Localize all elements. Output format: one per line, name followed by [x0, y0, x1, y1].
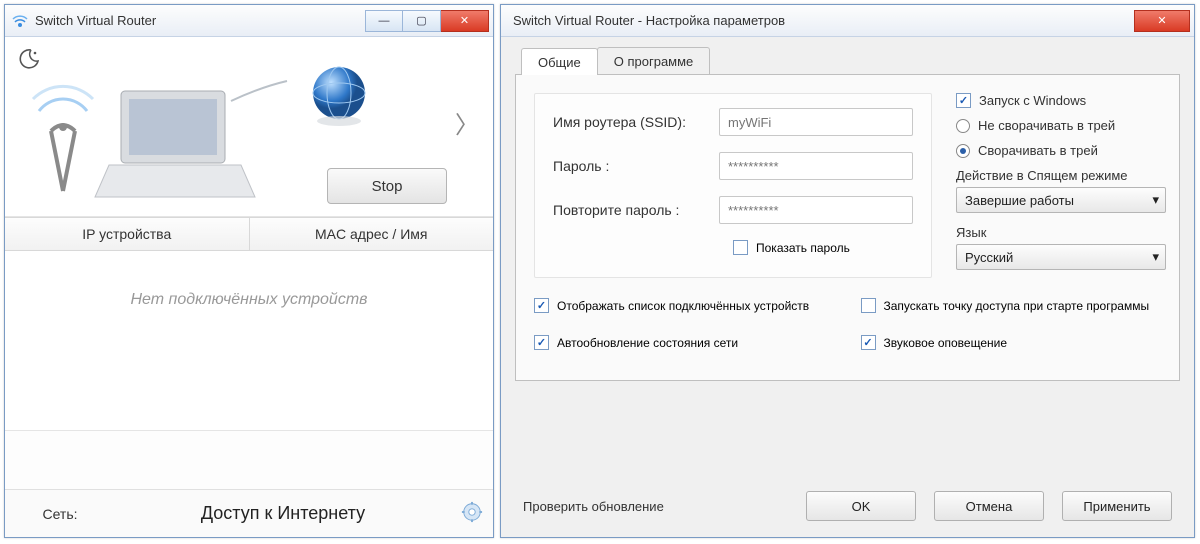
settings-titlebar[interactable]: Switch Virtual Router - Настройка параме… — [501, 5, 1194, 37]
start-windows-checkbox[interactable]: ✓ — [956, 93, 971, 108]
dialog-buttons: Проверить обновление OK Отмена Применить — [515, 479, 1180, 525]
show-devices-checkbox[interactable]: ✓ — [534, 298, 549, 313]
show-password-checkbox[interactable] — [733, 240, 748, 255]
start-windows-label: Запуск с Windows — [979, 93, 1086, 108]
no-tray-label: Не сворачивать в трей — [978, 118, 1115, 133]
bottom-options: ✓ Отображать список подключённых устройс… — [534, 298, 1161, 360]
cancel-button[interactable]: Отмена — [934, 491, 1044, 521]
network-status: Доступ к Интернету — [105, 503, 461, 524]
sound-checkbox[interactable]: ✓ — [861, 335, 876, 350]
sleep-action-select[interactable]: Завершие работы ▾ — [956, 187, 1166, 213]
router-form-group: Имя роутера (SSID): Пароль : Повторите п… — [534, 93, 932, 278]
password2-input[interactable] — [719, 196, 913, 224]
tab-page-general: Имя роутера (SSID): Пароль : Повторите п… — [515, 75, 1180, 381]
col-ip[interactable]: IP устройства — [5, 218, 250, 250]
network-label: Сеть: — [15, 506, 105, 522]
sound-label: Звуковое оповещение — [884, 336, 1008, 350]
col-mac[interactable]: MAC адрес / Имя — [250, 218, 494, 250]
settings-close-button[interactable]: ✕ — [1134, 10, 1190, 32]
auto-refresh-label: Автообновление состояния сети — [557, 336, 738, 350]
app-icon — [11, 12, 29, 30]
internet-globe-icon — [307, 63, 371, 130]
table-header: IP устройства MAC адрес / Имя — [5, 217, 493, 251]
devices-table: IP устройства MAC адрес / Имя Нет подклю… — [5, 217, 493, 431]
ssid-input[interactable] — [719, 108, 913, 136]
language-select[interactable]: Русский ▾ — [956, 244, 1166, 270]
show-password-label: Показать пароль — [756, 241, 850, 255]
status-illustration: 〉 Stop — [5, 37, 493, 217]
chevron-down-icon: ▾ — [1152, 249, 1159, 265]
stop-button[interactable]: Stop — [327, 168, 447, 204]
maximize-button[interactable]: ▢ — [403, 10, 441, 32]
autostart-ap-label: Запускать точку доступа при старте прогр… — [884, 299, 1150, 313]
auto-refresh-checkbox[interactable]: ✓ — [534, 335, 549, 350]
ssid-label: Имя роутера (SSID): — [553, 114, 719, 130]
minimize-button[interactable]: — — [365, 10, 403, 32]
tab-general[interactable]: Общие — [521, 48, 598, 75]
password-label: Пароль : — [553, 158, 719, 174]
autostart-ap-checkbox[interactable] — [861, 298, 876, 313]
password-input[interactable] — [719, 152, 913, 180]
to-tray-label: Сворачивать в трей — [978, 143, 1098, 158]
settings-window-controls: ✕ — [1134, 10, 1190, 32]
chevron-down-icon: ▾ — [1152, 192, 1159, 208]
check-update-link[interactable]: Проверить обновление — [523, 499, 664, 514]
apply-button[interactable]: Применить — [1062, 491, 1172, 521]
tab-about[interactable]: О программе — [597, 47, 711, 74]
close-button[interactable]: ✕ — [441, 10, 489, 32]
settings-title: Switch Virtual Router - Настройка параме… — [507, 13, 1128, 28]
language-label: Язык — [956, 225, 1166, 240]
status-bar: Сеть: Доступ к Интернету — [5, 489, 493, 537]
sleep-mode-icon[interactable] — [17, 47, 41, 74]
ok-button[interactable]: OK — [806, 491, 916, 521]
window-controls: — ▢ ✕ — [365, 10, 489, 32]
password2-label: Повторите пароль : — [553, 202, 719, 218]
main-titlebar[interactable]: Switch Virtual Router — ▢ ✕ — [5, 5, 493, 37]
chevron-right-icon[interactable]: 〉 — [455, 105, 479, 140]
gear-icon[interactable] — [461, 501, 483, 526]
tab-bar: Общие О программе — [515, 47, 1180, 75]
laptop-broadcast-icon — [31, 71, 291, 214]
empty-devices: Нет подключённых устройств — [5, 251, 493, 431]
to-tray-radio[interactable] — [956, 144, 970, 158]
settings-window: Switch Virtual Router - Настройка параме… — [500, 4, 1195, 538]
sleep-action-label: Действие в Спящем режиме — [956, 168, 1166, 183]
show-devices-label: Отображать список подключённых устройств — [557, 299, 809, 313]
window-title: Switch Virtual Router — [35, 13, 359, 28]
main-window: Switch Virtual Router — ▢ ✕ — [4, 4, 494, 538]
options-column: ✓ Запуск с Windows Не сворачивать в трей… — [932, 93, 1166, 278]
no-tray-radio[interactable] — [956, 119, 970, 133]
